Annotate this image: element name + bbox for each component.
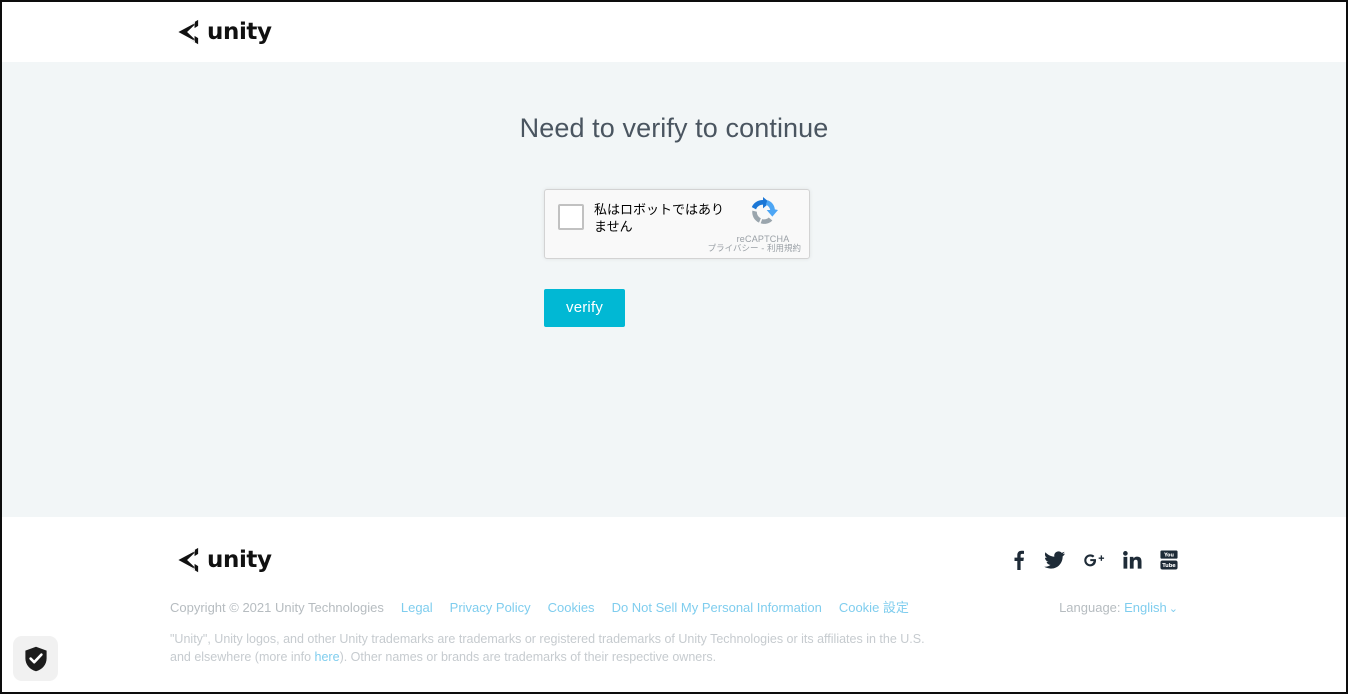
copyright-row: Copyright © 2021 Unity Technologies Lega…	[170, 597, 909, 616]
verify-stack: 私はロボットではありません reCAPTCHA プライバシー - 利用規約 ve…	[538, 188, 810, 327]
page-title: Need to verify to continue	[519, 113, 829, 143]
trademark-here-link[interactable]: here	[315, 650, 340, 664]
footer-middle-row: Copyright © 2021 Unity Technologies Lega…	[170, 597, 1178, 616]
unity-logo-footer[interactable]: unity	[170, 545, 272, 575]
privacy-badge-button[interactable]	[13, 636, 58, 681]
unity-wordmark-footer: unity	[207, 546, 272, 573]
footer-link-cookies[interactable]: Cookies	[548, 600, 595, 615]
twitter-icon[interactable]	[1044, 551, 1065, 569]
facebook-icon[interactable]	[1010, 550, 1026, 570]
recaptcha-checkbox[interactable]	[558, 203, 584, 230]
main-content: Need to verify to continue 私はロボットではありません	[2, 62, 1346, 517]
unity-cube-icon	[170, 17, 200, 47]
recaptcha-terms-separator: -	[758, 243, 767, 254]
svg-text:You: You	[1163, 553, 1174, 559]
recaptcha-logo-icon	[725, 196, 801, 233]
unity-cube-icon	[170, 545, 200, 575]
footer-link-legal[interactable]: Legal	[401, 600, 433, 615]
unity-wordmark-header: unity	[207, 18, 272, 45]
svg-text:Tube: Tube	[1162, 563, 1176, 569]
recaptcha-terms: プライバシー - 利用規約	[708, 242, 801, 254]
recaptcha-checkbox-wrap	[545, 190, 584, 230]
recaptcha-label: 私はロボットではありません	[594, 202, 725, 236]
recaptcha-privacy-link[interactable]: プライバシー	[708, 244, 759, 254]
footer-link-privacy-policy[interactable]: Privacy Policy	[450, 600, 531, 615]
language-value: English	[1124, 600, 1167, 615]
recaptcha-branding: reCAPTCHA	[725, 196, 801, 244]
trademark-notice: "Unity", Unity logos, and other Unity tr…	[170, 630, 930, 666]
trademark-text-part2: ). Other names or brands are trademarks …	[339, 650, 717, 665]
verify-button[interactable]: verify	[544, 288, 626, 327]
footer-link-cookie-settings[interactable]: Cookie 設定	[839, 597, 909, 616]
site-header: unity	[2, 2, 1346, 62]
recaptcha-widget[interactable]: 私はロボットではありません reCAPTCHA プライバシー - 利用規約	[544, 188, 810, 259]
unity-logo-header[interactable]: unity	[170, 17, 272, 47]
recaptcha-terms-link[interactable]: 利用規約	[767, 244, 801, 254]
chevron-down-icon: ⌄	[1168, 603, 1178, 615]
copyright-text: Copyright © 2021 Unity Technologies	[170, 600, 384, 615]
linkedin-icon[interactable]	[1123, 551, 1142, 569]
language-label: Language:	[1059, 600, 1121, 615]
language-selector[interactable]: Language: English ⌄	[1059, 600, 1178, 615]
footer-top-row: unity You Tube	[170, 545, 1178, 575]
googleplus-icon[interactable]	[1083, 551, 1105, 569]
youtube-icon[interactable]: You Tube	[1160, 550, 1178, 570]
site-footer: unity You Tube Copyright © 2021 Unity Te…	[2, 517, 1346, 692]
browser-page: unity Need to verify to continue 私はロボットで…	[0, 0, 1348, 694]
social-links: You Tube	[1010, 550, 1178, 570]
shield-check-icon	[24, 646, 48, 672]
footer-link-do-not-sell[interactable]: Do Not Sell My Personal Information	[612, 600, 822, 615]
